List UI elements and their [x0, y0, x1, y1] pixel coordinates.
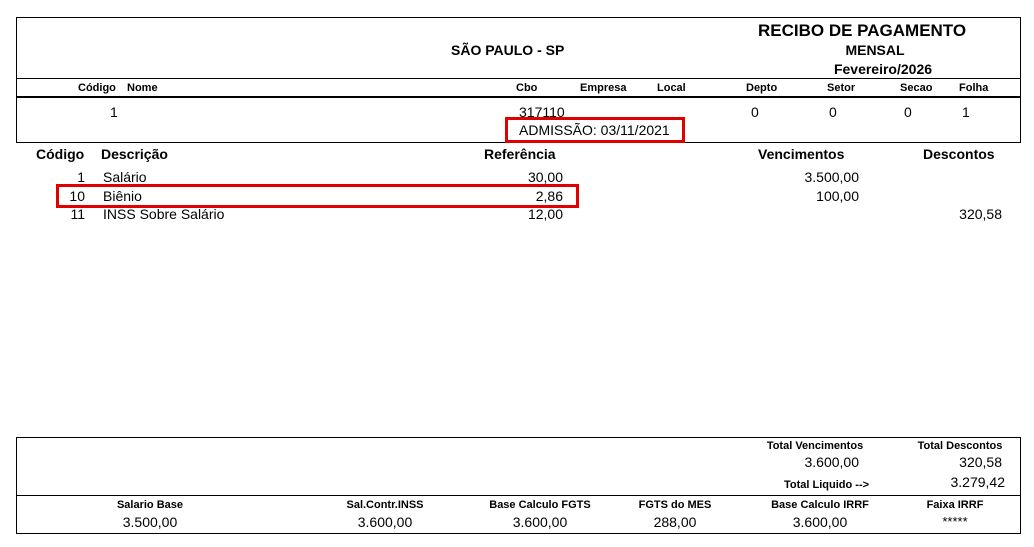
- label-folha: Folha: [959, 82, 989, 94]
- base-label-faixa-irrf: Faixa IRRF: [926, 499, 984, 511]
- base-label-salario-base: Salario Base: [116, 499, 184, 511]
- base-value-base-fgts: 3.600,00: [512, 514, 568, 530]
- value-codigo: 1: [110, 104, 118, 120]
- total-vencimentos-value: 3.600,00: [804, 454, 860, 470]
- header-divider-1: [16, 78, 1021, 79]
- row-codigo: 1: [77, 169, 85, 185]
- base-value-sal-contr-inss: 3.600,00: [357, 514, 413, 530]
- label-local: Local: [657, 82, 686, 94]
- items-header-referencia: Referência: [484, 146, 556, 162]
- row-codigo: 11: [70, 206, 85, 222]
- label-setor: Setor: [827, 82, 856, 94]
- header-divider-2: [16, 96, 1021, 98]
- base-label-sal-contr-inss: Sal.Contr.INSS: [346, 499, 424, 511]
- items-header-descontos: Descontos: [923, 146, 995, 162]
- label-codigo: Código: [78, 82, 116, 94]
- base-value-fgts-mes: 288,00: [653, 514, 697, 530]
- total-descontos-value: 320,58: [959, 454, 1002, 470]
- totals-divider: [16, 495, 1021, 496]
- total-vencimentos-label: Total Vencimentos: [766, 440, 864, 452]
- receipt-title: RECIBO DE PAGAMENTO: [758, 21, 967, 40]
- value-depto: 0: [751, 104, 759, 120]
- label-depto: Depto: [746, 82, 778, 94]
- row-descricao: Biênio: [103, 188, 142, 204]
- row-codigo: 10: [69, 188, 85, 204]
- row-descricao: Salário: [103, 169, 147, 185]
- row-referencia: 12,00: [527, 206, 563, 222]
- row-desconto: 320,58: [959, 206, 1002, 222]
- period-type: MENSAL: [845, 42, 905, 58]
- row-referencia: 2,86: [535, 188, 563, 204]
- base-value-base-irrf: 3.600,00: [792, 514, 848, 530]
- city-label: SÃO PAULO - SP: [451, 42, 565, 58]
- value-setor: 0: [829, 104, 837, 120]
- items-header-vencimentos: Vencimentos: [758, 146, 845, 162]
- value-folha: 1: [962, 104, 970, 120]
- value-admissao: ADMISSÃO: 03/11/2021: [519, 122, 670, 138]
- period-month: Fevereiro/2026: [833, 61, 933, 77]
- base-label-base-irrf: Base Calculo IRRF: [771, 499, 869, 511]
- total-liquido-value: 3.279,42: [950, 474, 1006, 490]
- total-liquido-label: Total Liquido -->: [784, 479, 870, 491]
- total-descontos-label: Total Descontos: [917, 440, 1003, 452]
- row-vencimento: 100,00: [816, 188, 859, 204]
- label-nome: Nome: [127, 82, 158, 94]
- label-cbo: Cbo: [516, 82, 538, 94]
- row-vencimento: 3.500,00: [804, 169, 860, 185]
- value-secao: 0: [904, 104, 912, 120]
- items-header-codigo: Código: [36, 146, 85, 162]
- base-value-salario-base: 3.500,00: [122, 514, 178, 530]
- base-value-faixa-irrf: *****: [942, 514, 968, 529]
- row-descricao: INSS Sobre Salário: [103, 206, 225, 222]
- label-empresa: Empresa: [580, 82, 627, 94]
- label-secao: Secao: [900, 82, 933, 94]
- items-header-descricao: Descrição: [101, 146, 168, 162]
- base-label-base-fgts: Base Calculo FGTS: [489, 499, 591, 511]
- base-label-fgts-mes: FGTS do MES: [638, 499, 712, 511]
- row-referencia: 30,00: [527, 169, 563, 185]
